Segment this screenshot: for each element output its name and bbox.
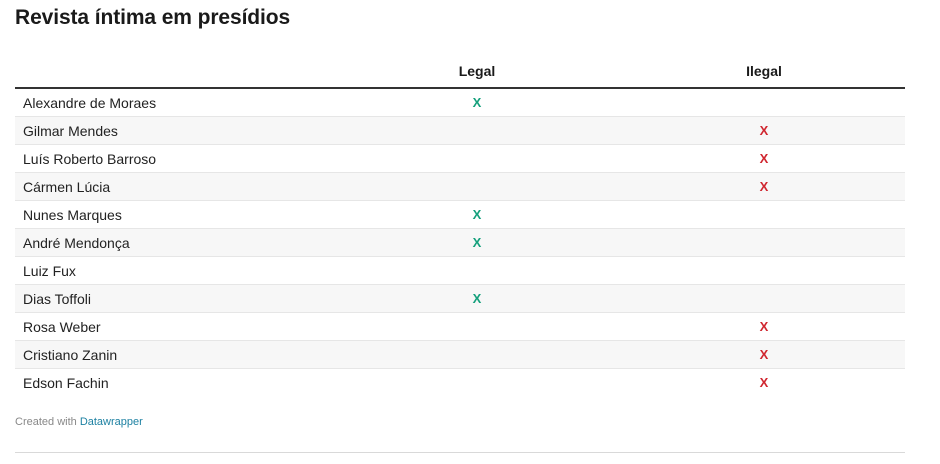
judge-name-cell: Luís Roberto Barroso — [15, 144, 331, 173]
credit-prefix: Created with — [15, 416, 80, 428]
ilegal-mark-cell: X — [623, 172, 905, 201]
ilegal-mark-cell — [623, 200, 905, 229]
legal-mark-cell — [331, 116, 623, 145]
legal-mark-cell — [331, 172, 623, 201]
ilegal-mark-cell — [623, 256, 905, 285]
ilegal-mark-cell: X — [623, 116, 905, 145]
legal-mark-cell: X — [331, 200, 623, 229]
legal-mark-cell: X — [331, 284, 623, 313]
ilegal-mark-cell — [623, 88, 905, 117]
table-row: Cármen Lúcia X — [15, 172, 905, 201]
legal-mark-cell — [331, 369, 623, 397]
judge-name-cell: Luiz Fux — [15, 256, 331, 285]
table-row: Dias Toffoli X — [15, 284, 905, 313]
judge-name-cell: Dias Toffoli — [15, 284, 331, 313]
table-row: Luiz Fux — [15, 256, 905, 285]
credit-line: Created with Datawrapper — [15, 416, 143, 428]
table-row: André Mendonça X — [15, 228, 905, 257]
legal-mark-cell: X — [331, 228, 623, 257]
judge-name-cell: Cármen Lúcia — [15, 172, 331, 201]
table-row: Alexandre de Moraes X — [15, 88, 905, 117]
table-row: Luís Roberto Barroso X — [15, 144, 905, 173]
judge-name-cell: Nunes Marques — [15, 200, 331, 229]
table-body: Alexandre de Moraes X Gilmar Mendes X Luís R… — [15, 88, 905, 396]
legal-mark-cell — [331, 144, 623, 173]
column-header-name — [15, 55, 331, 89]
column-header-legal: Legal — [331, 55, 623, 89]
bottom-divider — [15, 452, 905, 453]
judge-name-cell: Alexandre de Moraes — [15, 88, 331, 117]
judge-name-cell: Cristiano Zanin — [15, 340, 331, 369]
legal-mark-cell — [331, 256, 623, 285]
judge-name-cell: Rosa Weber — [15, 312, 331, 341]
table-row: Edson Fachin X — [15, 369, 905, 397]
data-table: Legal Ilegal Alexandre de Moraes X Gilmar … — [15, 55, 905, 396]
legal-mark-cell — [331, 312, 623, 341]
ilegal-mark-cell: X — [623, 312, 905, 341]
datawrapper-link[interactable]: Datawrapper — [80, 416, 143, 428]
table-header-row: Legal Ilegal — [15, 55, 905, 89]
legal-mark-cell — [331, 340, 623, 369]
ilegal-mark-cell — [623, 284, 905, 313]
table-row: Nunes Marques X — [15, 200, 905, 229]
data-table-container: Legal Ilegal Alexandre de Moraes X Gilmar … — [15, 55, 905, 396]
ilegal-mark-cell: X — [623, 340, 905, 369]
ilegal-mark-cell: X — [623, 144, 905, 173]
table-row: Gilmar Mendes X — [15, 116, 905, 145]
judge-name-cell: Gilmar Mendes — [15, 116, 331, 145]
ilegal-mark-cell — [623, 228, 905, 257]
judge-name-cell: André Mendonça — [15, 228, 331, 257]
column-header-ilegal: Ilegal — [623, 55, 905, 89]
judge-name-cell: Edson Fachin — [23, 374, 109, 391]
table-row: Cristiano Zanin X — [15, 340, 905, 369]
table-row: Rosa Weber X — [15, 312, 905, 341]
chart-title: Revista íntima em presídios — [15, 6, 291, 29]
ilegal-mark-cell: X — [759, 375, 769, 390]
legal-mark-cell: X — [331, 88, 623, 117]
